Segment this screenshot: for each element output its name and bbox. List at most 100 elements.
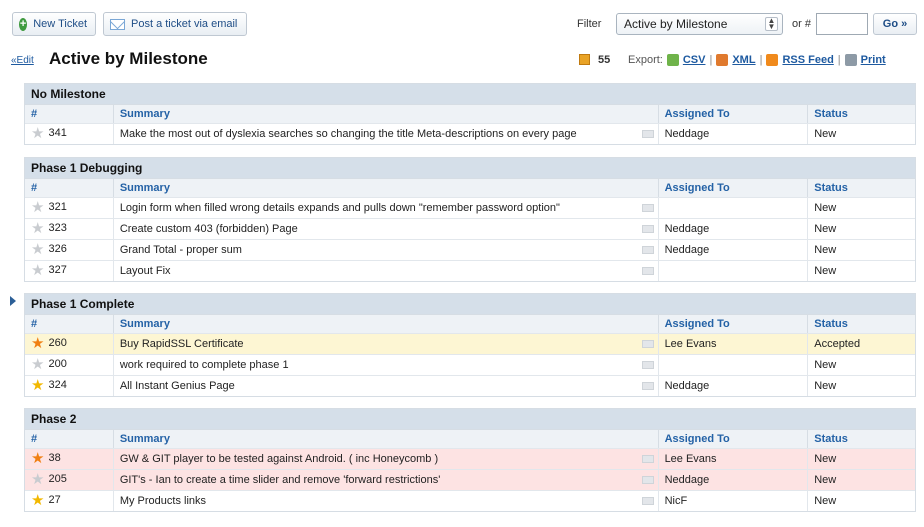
- star-icon[interactable]: ★: [31, 221, 44, 239]
- table-header: # Summary Assigned To Status: [25, 104, 915, 123]
- ticket-id[interactable]: 327: [48, 264, 66, 281]
- table-row[interactable]: ★ 324 All Instant Genius Page Neddage New: [25, 375, 915, 396]
- summary-cell[interactable]: Layout Fix: [112, 261, 658, 281]
- star-icon[interactable]: ★: [31, 242, 44, 260]
- rss-feed-link[interactable]: RSS Feed: [782, 54, 833, 66]
- summary-cell[interactable]: Login form when filled wrong details exp…: [112, 198, 658, 218]
- ticket-id[interactable]: 38: [48, 452, 60, 469]
- table-row[interactable]: ★ 200 work required to complete phase 1 New: [25, 354, 915, 375]
- ticket-summary[interactable]: Grand Total - proper sum: [120, 244, 242, 256]
- summary-cell[interactable]: GW & GIT player to be tested against And…: [112, 449, 658, 469]
- column-header-number[interactable]: #: [25, 315, 113, 333]
- star-icon[interactable]: ★: [31, 200, 44, 218]
- column-header-number[interactable]: #: [25, 430, 113, 448]
- column-header-status[interactable]: Status: [807, 105, 915, 123]
- milestone-title[interactable]: Phase 2: [25, 409, 915, 429]
- ticket-id[interactable]: 321: [48, 201, 66, 218]
- filter-select[interactable]: Active by Milestone ▲ ▼: [616, 13, 783, 35]
- star-icon[interactable]: ★: [31, 126, 44, 144]
- summary-cell[interactable]: GIT's - Ian to create a time slider and …: [112, 470, 658, 490]
- export-xml-link[interactable]: XML: [732, 54, 755, 66]
- comment-icon[interactable]: [641, 497, 654, 505]
- column-header-number[interactable]: #: [25, 179, 113, 197]
- star-icon[interactable]: ★: [31, 378, 44, 396]
- summary-cell[interactable]: All Instant Genius Page: [112, 376, 658, 396]
- column-header-status[interactable]: Status: [807, 315, 915, 333]
- comment-icon[interactable]: [641, 455, 654, 463]
- ticket-summary[interactable]: My Products links: [120, 495, 206, 507]
- ticket-summary[interactable]: GW & GIT player to be tested against And…: [120, 453, 438, 465]
- table-row[interactable]: ★ 38 GW & GIT player to be tested against …: [25, 448, 915, 469]
- milestone-title[interactable]: Phase 1 Debugging: [25, 158, 915, 178]
- table-row[interactable]: ★ 323 Create custom 403 (forbidden) Page Ne…: [25, 218, 915, 239]
- column-header-assigned[interactable]: Assigned To: [657, 430, 808, 448]
- ticket-summary[interactable]: Buy RapidSSL Certificate: [120, 338, 244, 350]
- ticket-summary[interactable]: All Instant Genius Page: [120, 380, 235, 392]
- column-header-assigned[interactable]: Assigned To: [657, 179, 808, 197]
- summary-cell[interactable]: Grand Total - proper sum: [112, 240, 658, 260]
- ticket-id[interactable]: 260: [48, 337, 66, 354]
- comment-icon[interactable]: [641, 476, 654, 484]
- summary-cell[interactable]: work required to complete phase 1: [112, 355, 658, 375]
- summary-cell[interactable]: Make the most out of dyslexia searches s…: [112, 124, 658, 144]
- comment-icon[interactable]: [641, 267, 654, 275]
- status-cell: New: [807, 355, 915, 375]
- print-link[interactable]: Print: [861, 54, 886, 66]
- table-row[interactable]: ★ 205 GIT's - Ian to create a time slider …: [25, 469, 915, 490]
- edit-link[interactable]: «Edit: [11, 55, 34, 66]
- star-icon[interactable]: ★: [31, 357, 44, 375]
- star-icon[interactable]: ★: [31, 472, 44, 490]
- star-icon[interactable]: ★: [31, 336, 44, 354]
- ticket-summary[interactable]: Create custom 403 (forbidden) Page: [120, 223, 298, 235]
- summary-cell[interactable]: My Products links: [112, 491, 658, 511]
- ticket-number-input[interactable]: [816, 13, 868, 35]
- summary-cell[interactable]: Buy RapidSSL Certificate: [112, 334, 658, 354]
- comment-icon[interactable]: [641, 246, 654, 254]
- star-icon[interactable]: ★: [31, 451, 44, 469]
- post-via-email-button[interactable]: Post a ticket via email: [103, 12, 247, 36]
- column-header-assigned[interactable]: Assigned To: [657, 105, 808, 123]
- star-icon[interactable]: ★: [31, 493, 44, 511]
- comment-icon[interactable]: [641, 382, 654, 390]
- ticket-summary[interactable]: Make the most out of dyslexia searches s…: [120, 128, 577, 140]
- ticket-id[interactable]: 200: [48, 358, 66, 375]
- comment-icon[interactable]: [641, 225, 654, 233]
- column-header-summary[interactable]: Summary: [112, 105, 658, 123]
- go-button[interactable]: Go »: [873, 13, 917, 35]
- column-header-number[interactable]: #: [25, 105, 113, 123]
- ticket-summary[interactable]: Layout Fix: [120, 265, 171, 277]
- milestone-title[interactable]: No Milestone: [25, 84, 915, 104]
- column-header-summary[interactable]: Summary: [112, 315, 658, 333]
- ticket-id[interactable]: 27: [48, 494, 60, 511]
- ticket-id[interactable]: 326: [48, 243, 66, 260]
- comment-icon[interactable]: [641, 130, 654, 138]
- comment-icon[interactable]: [641, 204, 654, 212]
- column-header-summary[interactable]: Summary: [112, 179, 658, 197]
- star-icon[interactable]: ★: [31, 263, 44, 281]
- ticket-id[interactable]: 323: [48, 222, 66, 239]
- table-row[interactable]: ★ 260 Buy RapidSSL Certificate Lee Evans Acc…: [25, 333, 915, 354]
- export-csv-link[interactable]: CSV: [683, 54, 706, 66]
- table-row[interactable]: ★ 321 Login form when filled wrong details…: [25, 197, 915, 218]
- ticket-id[interactable]: 324: [48, 379, 66, 396]
- column-header-status[interactable]: Status: [807, 179, 915, 197]
- comment-icon[interactable]: [641, 361, 654, 369]
- new-ticket-button[interactable]: + New Ticket: [12, 12, 96, 36]
- table-row[interactable]: ★ 27 My Products links NicF New: [25, 490, 915, 511]
- collapse-arrow-icon[interactable]: [10, 296, 16, 306]
- ticket-id[interactable]: 341: [48, 127, 66, 144]
- comment-icon[interactable]: [641, 340, 654, 348]
- table-row[interactable]: ★ 327 Layout Fix New: [25, 260, 915, 281]
- ticket-summary[interactable]: Login form when filled wrong details exp…: [120, 202, 560, 214]
- column-header-status[interactable]: Status: [807, 430, 915, 448]
- column-header-summary[interactable]: Summary: [112, 430, 658, 448]
- ticket-summary[interactable]: work required to complete phase 1: [120, 359, 289, 371]
- summary-cell[interactable]: Create custom 403 (forbidden) Page: [112, 219, 658, 239]
- ticket-id[interactable]: 205: [48, 473, 66, 490]
- table-row[interactable]: ★ 341 Make the most out of dyslexia search…: [25, 123, 915, 144]
- table-row[interactable]: ★ 326 Grand Total - proper sum Neddage New: [25, 239, 915, 260]
- table-header: # Summary Assigned To Status: [25, 429, 915, 448]
- column-header-assigned[interactable]: Assigned To: [657, 315, 808, 333]
- milestone-title[interactable]: Phase 1 Complete: [25, 294, 915, 314]
- ticket-summary[interactable]: GIT's - Ian to create a time slider and …: [120, 474, 441, 486]
